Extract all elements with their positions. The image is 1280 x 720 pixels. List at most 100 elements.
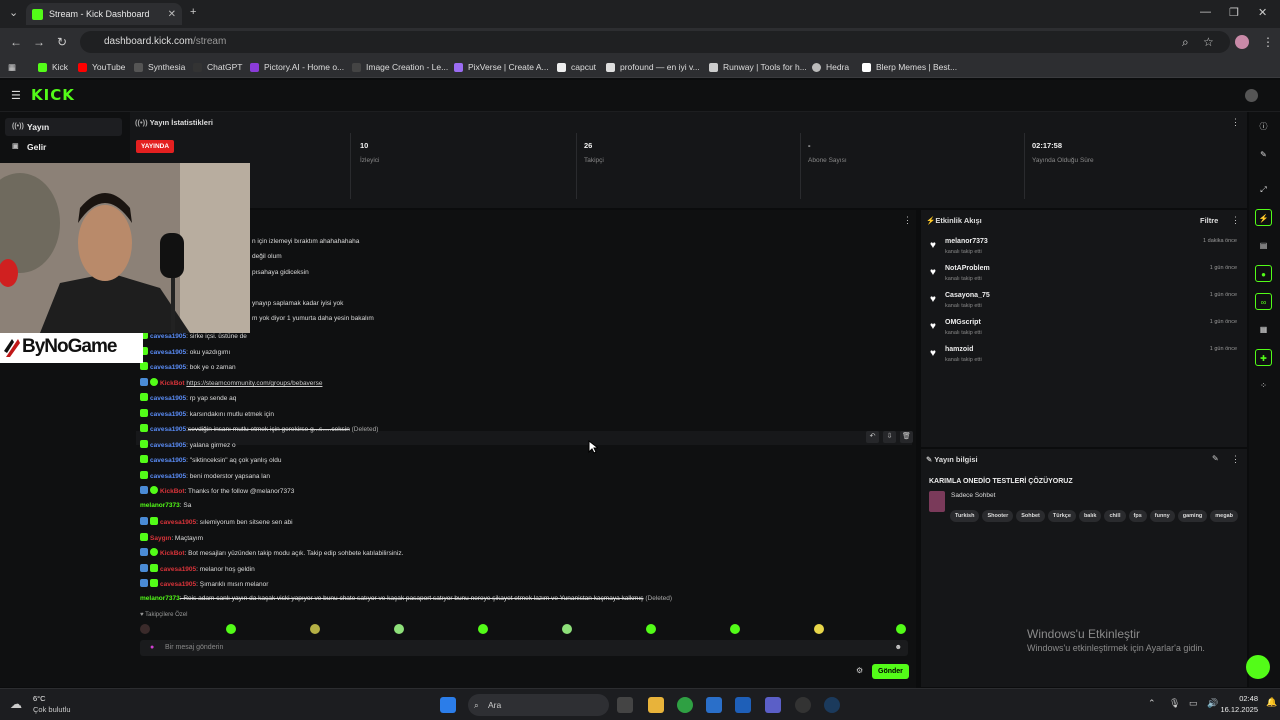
bookmark-image-creation[interactable]: Image Creation - Le...: [352, 62, 448, 72]
tag[interactable]: Türkçe: [1047, 510, 1076, 522]
user-avatar[interactable]: [1245, 89, 1258, 102]
steam-icon[interactable]: [824, 697, 840, 713]
store-icon[interactable]: [735, 697, 751, 713]
tag[interactable]: megab: [1210, 510, 1239, 522]
filter-button[interactable]: Filtre: [1200, 216, 1218, 225]
chat-icon[interactable]: ●: [1255, 265, 1272, 282]
tag[interactable]: balık: [1078, 510, 1102, 522]
chrome-icon[interactable]: [677, 697, 693, 713]
bookmark-pictory[interactable]: Pictory.AI - Home o...: [250, 62, 344, 72]
close-tab-icon[interactable]: ✕: [168, 9, 176, 20]
profile-avatar[interactable]: [1235, 35, 1249, 49]
chat-message[interactable]: cavesa1905: "siktinceksin" aq çok yanlış…: [140, 455, 281, 464]
pen-icon[interactable]: ✎: [1255, 146, 1272, 163]
chat-message[interactable]: n için izlemeyi bıraktım ahahahahaha: [252, 238, 359, 245]
chat-menu-icon[interactable]: ⋮: [903, 215, 912, 226]
stats-menu-icon[interactable]: ⋮: [1231, 117, 1240, 128]
bookmark-capcut[interactable]: capcut: [557, 62, 596, 72]
chat-message[interactable]: ynayıp saplamak kadar iyisi yok: [252, 300, 343, 307]
clock-date[interactable]: 16.12.2025: [1213, 705, 1258, 714]
chat-message[interactable]: KickBot https://steamcommunity.com/group…: [140, 378, 322, 387]
emote-icon[interactable]: [226, 624, 236, 634]
emoji-picker-icon[interactable]: ☻: [895, 640, 902, 656]
tab-list-icon[interactable]: ⌄: [9, 6, 18, 19]
taskbar-search[interactable]: ⌕ Ara: [468, 694, 609, 716]
windows-start-icon[interactable]: [440, 697, 456, 713]
emote-icon[interactable]: [562, 624, 572, 634]
tray-chevron-icon[interactable]: ⌃: [1148, 698, 1156, 709]
emote-icon[interactable]: [646, 624, 656, 634]
tag[interactable]: chill: [1104, 510, 1126, 522]
new-tab-icon[interactable]: +: [190, 6, 196, 18]
tag[interactable]: Shooter: [982, 510, 1014, 522]
apps-grid-icon[interactable]: ▦: [8, 62, 16, 73]
tag[interactable]: Sohbet: [1016, 510, 1045, 522]
delete-icon[interactable]: 🗑: [900, 431, 913, 443]
category-thumbnail[interactable]: [929, 491, 945, 512]
minimize-icon[interactable]: —: [1200, 6, 1211, 18]
chat-message[interactable]: cavesa1905: yalana girmez o: [140, 440, 236, 449]
bookmark-youtube[interactable]: YouTube: [78, 62, 125, 72]
chat-message[interactable]: cavesa1905:sevdiğin insanı mutlu etmek i…: [140, 424, 378, 433]
tag[interactable]: fps: [1128, 510, 1147, 522]
chat-message[interactable]: KickBot: Thanks for the follow @melanor7…: [140, 486, 294, 495]
reload-icon[interactable]: ↻: [57, 35, 67, 49]
browser-menu-icon[interactable]: ⋮: [1262, 35, 1274, 49]
chat-message[interactable]: Saygın: Maçtayım: [140, 533, 203, 542]
browser-tab[interactable]: Stream - Kick Dashboard ✕: [26, 3, 182, 25]
chat-message[interactable]: cavesa1905: karsındakını mutlu etmek içi…: [140, 409, 274, 418]
emote-icon[interactable]: [814, 624, 824, 634]
edit-icon[interactable]: ✎: [1212, 454, 1219, 463]
grid-icon[interactable]: ▦: [1255, 321, 1272, 338]
chat-message[interactable]: melanor7373: Reis adam canlı yayın da ka…: [140, 595, 672, 602]
emote-icon[interactable]: [140, 624, 150, 634]
bookmark-star-icon[interactable]: ☆: [1203, 35, 1214, 49]
chat-message[interactable]: pısahaya gidiceksin: [252, 269, 309, 276]
send-button[interactable]: Gönder: [872, 664, 909, 679]
expand-icon[interactable]: ⤢: [1255, 181, 1272, 198]
document-icon[interactable]: ▤: [1255, 237, 1272, 254]
chat-message[interactable]: cavesa1905: bok ye o zaman: [140, 362, 236, 371]
obs-icon[interactable]: [795, 697, 811, 713]
chat-input[interactable]: ● Bir mesaj gönderin ☻: [140, 640, 908, 656]
bookmark-chatgpt[interactable]: ChatGPT: [193, 62, 242, 72]
file-explorer-icon[interactable]: [648, 697, 664, 713]
stream-info-menu-icon[interactable]: ⋮: [1231, 454, 1240, 465]
chat-settings-icon[interactable]: ⚙: [856, 666, 863, 675]
task-view-icon[interactable]: [617, 697, 633, 713]
zoom-icon[interactable]: ⌕: [1182, 35, 1189, 50]
notifications-icon[interactable]: 🔔: [1266, 697, 1277, 708]
url-input[interactable]: dashboard.kick.com/stream: [80, 31, 1230, 53]
wrench-icon[interactable]: ✚: [1255, 349, 1272, 366]
bookmark-kick[interactable]: Kick: [38, 62, 68, 72]
emote-icon[interactable]: [896, 624, 906, 634]
hamburger-menu-icon[interactable]: ☰: [11, 89, 21, 102]
support-chat-button[interactable]: [1246, 655, 1270, 679]
lightning-icon[interactable]: ⚡: [1255, 209, 1272, 226]
maximize-icon[interactable]: ❐: [1229, 6, 1239, 19]
pin-icon[interactable]: ⇩: [883, 431, 896, 443]
close-window-icon[interactable]: ✕: [1258, 6, 1267, 19]
info-icon[interactable]: ⓘ: [1255, 118, 1272, 135]
chat-message[interactable]: cavesa1905: melanor hoş geldin: [140, 564, 255, 573]
forward-icon[interactable]: →: [33, 35, 45, 49]
category-name[interactable]: Sadece Sohbet: [951, 492, 995, 499]
mic-tray-icon[interactable]: 🎙: [1169, 698, 1180, 709]
bookmark-blerp[interactable]: Blerp Memes | Best...: [862, 62, 957, 72]
weather-desc[interactable]: Çok bulutlu: [33, 705, 71, 714]
chat-message[interactable]: cavesa1905: rp yap sende aq: [140, 393, 236, 402]
back-icon[interactable]: ←: [10, 35, 22, 49]
weather-temp[interactable]: 6°C: [33, 694, 46, 703]
bookmark-synthesia[interactable]: Synthesia: [134, 62, 185, 72]
chat-message[interactable]: değil olum: [252, 253, 282, 260]
tag[interactable]: Turkish: [950, 510, 980, 522]
apps-icon[interactable]: ⁘: [1255, 377, 1272, 394]
chat-message[interactable]: KickBot: Bot mesajları yüzünden takip mo…: [140, 548, 403, 557]
link-icon[interactable]: ∞: [1255, 293, 1272, 310]
bookmark-pixverse[interactable]: PixVerse | Create A...: [454, 62, 549, 72]
chat-message[interactable]: cavesa1905: Şımarıklı mısın melanor: [140, 579, 268, 588]
network-icon[interactable]: ▭: [1189, 698, 1198, 709]
chat-message[interactable]: m yok diyor 1 yumurta daha yesin bakalım: [252, 315, 374, 322]
bookmark-hedra[interactable]: Hedra: [812, 62, 849, 72]
emote-icon[interactable]: [394, 624, 404, 634]
